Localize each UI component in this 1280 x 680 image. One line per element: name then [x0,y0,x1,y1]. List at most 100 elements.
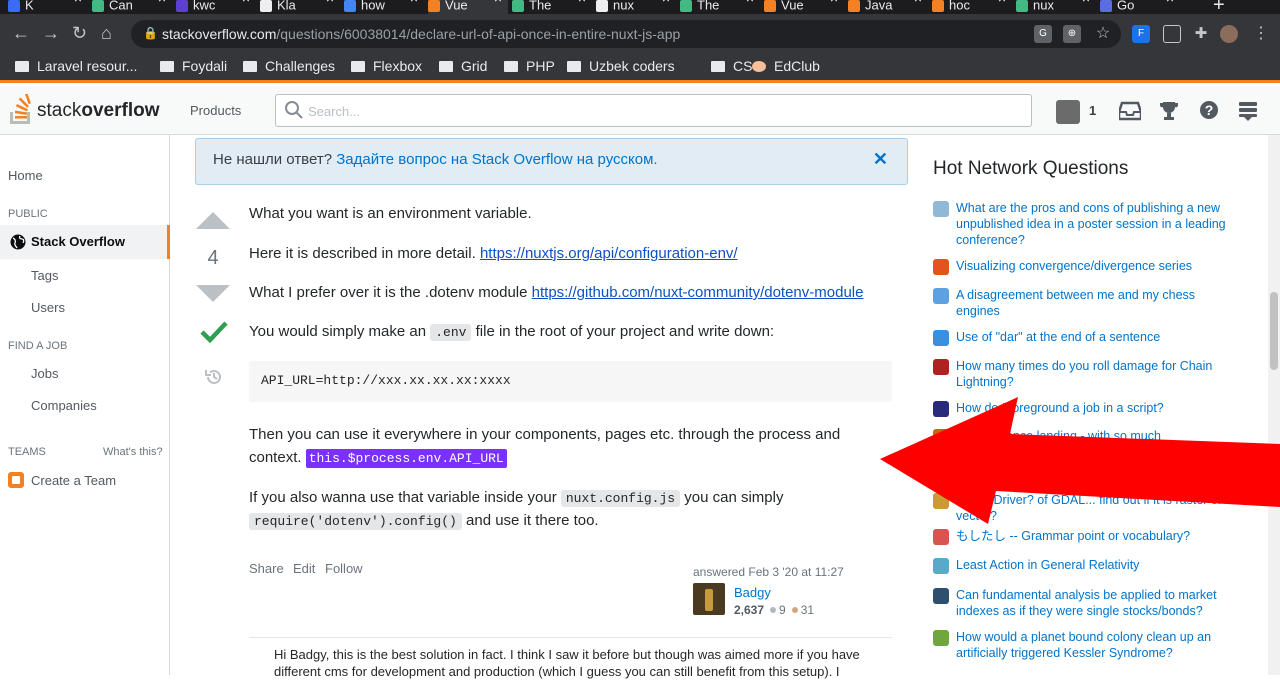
bookmark-item[interactable]: Flexbox [351,58,422,74]
sidebar-item-tags[interactable]: Tags [31,268,58,283]
sidebar-item-companies[interactable]: Companies [31,398,97,413]
menu-icon[interactable]: ⋮ [1252,25,1270,43]
answer-paragraph-1: What you want is an environment variable… [249,205,532,222]
zoom-icon[interactable]: ⊕ [1063,25,1081,43]
browser-tab[interactable]: Vue × [428,0,508,14]
tab-close-icon[interactable]: × [914,0,922,5]
new-tab-button[interactable]: + [1213,0,1225,14]
tab-close-icon[interactable]: × [1082,0,1090,5]
back-icon[interactable]: ← [12,23,30,44]
hot-question-link[interactable]: What are the pros and cons of publishing… [956,200,1241,248]
tab-close-icon[interactable]: × [578,0,586,5]
browser-tab[interactable]: Can × [92,0,172,14]
tab-close-icon[interactable]: × [662,0,670,5]
forward-icon[interactable]: → [42,23,60,44]
whats-this-link[interactable]: What's this? [103,446,163,458]
help-icon[interactable]: ? [1199,100,1219,120]
nuxt-env-link[interactable]: https://nuxtjs.org/api/configuration-env… [480,245,738,262]
accepted-checkmark-icon [200,321,228,344]
browser-tab[interactable]: K× [8,0,88,14]
browser-tab[interactable]: The × [512,0,592,14]
home-icon[interactable]: ⌂ [101,23,112,44]
folder-icon [243,61,257,72]
hot-question-link[interactable]: Least Action in General Relativity [956,557,1241,573]
browser-tab[interactable]: Vue × [764,0,844,14]
bookmark-item[interactable]: Challenges [243,58,335,74]
achievements-icon[interactable] [1159,100,1179,122]
tab-close-icon[interactable]: × [326,0,334,5]
tab-label: The [697,0,720,13]
hot-question-link[interactable]: How many times do you roll damage for Ch… [956,358,1241,390]
tab-close-icon[interactable]: × [998,0,1006,5]
hot-question-link[interactable]: Visualizing convergence/divergence serie… [956,258,1241,274]
bookmark-item[interactable]: Foydali [160,58,227,74]
tab-close-icon[interactable]: × [74,0,82,5]
notice-link[interactable]: Задайте вопрос на Stack Overflow на русс… [336,151,657,168]
browser-tab[interactable]: hoc × [932,0,1012,14]
user-name-link[interactable]: Badgy [734,585,771,600]
bookmark-star-icon[interactable]: ☆ [1094,25,1112,43]
answer-paragraph-3: What I prefer over it is the .dotenv mod… [249,284,863,301]
tab-close-icon[interactable]: × [494,0,502,5]
tab-close-icon[interactable]: × [746,0,754,5]
hot-question-link[interactable]: A disagreement between me and my chess e… [956,287,1241,319]
profile-avatar[interactable] [1220,25,1238,43]
sidebar-item-stack-overflow[interactable]: Stack Overflow [0,225,170,259]
edit-link[interactable]: Edit [293,561,315,576]
extension-icon[interactable]: F [1132,25,1150,43]
browser-tab[interactable]: Java × [848,0,928,14]
browser-tab[interactable]: nux × [1016,0,1096,14]
sidebar-item-users[interactable]: Users [31,300,65,315]
products-menu[interactable]: Products [190,103,241,118]
browser-tab[interactable]: The × [680,0,760,14]
hot-question-link[interactable]: Use of "dar" at the end of a sentence [956,329,1241,345]
history-icon[interactable] [204,367,224,387]
bookmark-item[interactable]: Laravel resour... [15,58,137,74]
tab-close-icon[interactable]: × [830,0,838,5]
browser-tab[interactable]: how × [344,0,424,14]
address-bar[interactable]: 🔒 stackoverflow.com/questions/60038014/d… [131,20,1121,48]
extension-icon-2[interactable] [1163,25,1181,43]
hot-question-link[interactable]: もしたし -- Grammar point or vocabulary? [956,528,1241,544]
sidebar-item-home[interactable]: Home [8,168,43,183]
p6-text-c: and use it there too. [461,512,599,529]
stackoverflow-logo-text[interactable]: stackoverflow [37,100,159,122]
browser-tab[interactable]: Kla × [260,0,340,14]
search-input[interactable]: Search... [275,94,1032,127]
sidebar-item-jobs[interactable]: Jobs [31,366,58,381]
hot-question-link[interactable]: How would a planet bound colony clean up… [956,629,1241,661]
dotenv-module-link[interactable]: https://github.com/nuxt-community/dotenv… [532,284,864,301]
share-link[interactable]: Share [249,561,284,576]
hot-network-questions-title: Hot Network Questions [933,158,1129,179]
hot-question-link[interactable]: Can fundamental analysis be applied to m… [956,587,1241,619]
reload-icon[interactable]: ↻ [72,23,87,44]
browser-tab[interactable]: Go × [1100,0,1180,14]
close-icon[interactable]: ✕ [873,149,888,170]
sidebar-item-create-team[interactable]: Create a Team [31,473,116,488]
bookmark-item[interactable]: Grid [439,58,487,74]
inbox-icon[interactable] [1119,101,1141,121]
bookmark-item[interactable]: Uzbek coders [567,58,675,74]
site-favicon-icon [933,529,949,545]
bookmark-item[interactable]: EdClub [752,58,820,74]
browser-tab[interactable]: kwc × [176,0,256,14]
tab-favicon-icon [344,0,356,12]
tab-label: Kla [277,0,296,13]
downvote-icon[interactable] [196,285,230,302]
tab-close-icon[interactable]: × [1166,0,1174,5]
tab-close-icon[interactable]: × [410,0,418,5]
tab-close-icon[interactable]: × [158,0,166,5]
tab-close-icon[interactable]: × [242,0,250,5]
scrollbar-thumb[interactable] [1270,292,1278,370]
translate-icon[interactable]: G [1034,25,1052,43]
avatar[interactable] [693,583,725,615]
browser-tab[interactable]: nux × [596,0,676,14]
folder-icon [351,61,365,72]
bookmark-item[interactable]: PHP [504,58,555,74]
stackoverflow-logo-icon[interactable] [8,94,34,126]
site-switcher-icon[interactable] [1238,101,1258,121]
follow-link[interactable]: Follow [325,561,363,576]
puzzle-icon[interactable]: ✚ [1192,25,1210,43]
user-avatar[interactable] [1056,100,1080,124]
upvote-icon[interactable] [196,212,230,229]
